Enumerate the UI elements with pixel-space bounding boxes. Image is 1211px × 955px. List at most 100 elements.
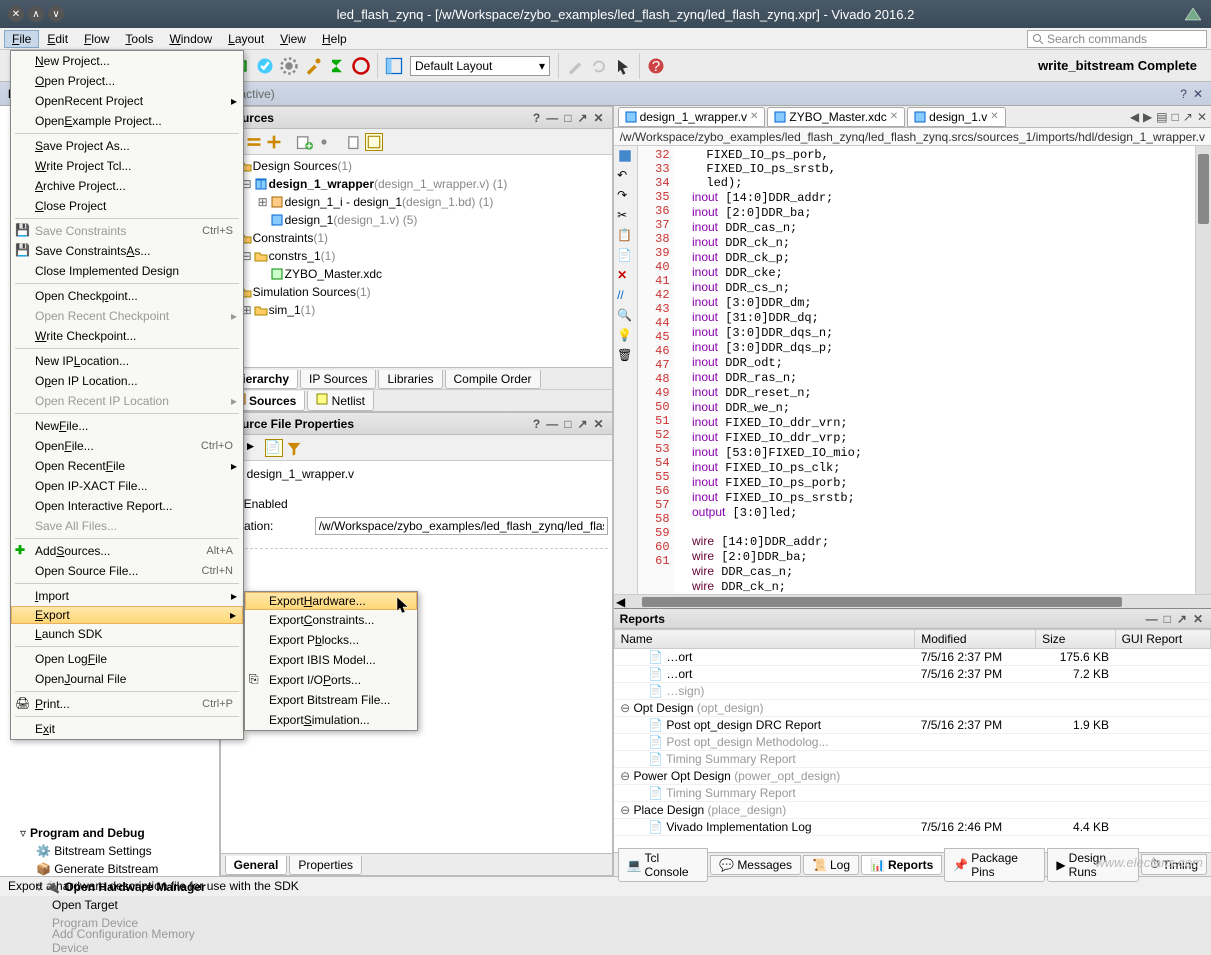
copy-icon[interactable]: 📋 — [617, 228, 633, 244]
table-row[interactable]: 📄 …ort7/5/16 2:37 PM175.6 KB — [614, 649, 1210, 666]
minimize-icon[interactable]: — — [544, 111, 560, 125]
tree-row[interactable]: ⊟ Constraints (1) — [221, 229, 612, 247]
menuitem-export-constraints-[interactable]: Export Constraints... — [245, 610, 417, 630]
menu-tools[interactable]: Tools — [117, 30, 161, 48]
prev-tab-icon[interactable]: ◀ — [1130, 110, 1139, 124]
menu-edit[interactable]: Edit — [39, 30, 76, 48]
reports-table[interactable]: NameModifiedSizeGUI Report 📄 …ort7/5/16 … — [614, 629, 1211, 852]
tab-list-icon[interactable]: ▤ — [1156, 110, 1167, 124]
copy-icon[interactable] — [345, 133, 363, 151]
menuitem-import[interactable]: Import▸ — [11, 586, 243, 606]
redo-icon[interactable]: ↷ — [617, 188, 633, 204]
tab-package-pins[interactable]: 📌Package Pins — [944, 848, 1045, 882]
find-icon[interactable]: 🔍 — [617, 308, 633, 324]
gear-icon[interactable] — [279, 56, 299, 76]
tree-row[interactable]: ⊞ design_1_i - design_1 (design_1.bd) (1… — [221, 193, 612, 211]
pointer-icon[interactable] — [613, 56, 633, 76]
menuitem-add-sources-[interactable]: ✚Add Sources...Alt+A — [11, 541, 243, 561]
menuitem-open-recent-file[interactable]: Open Recent File▸ — [11, 456, 243, 476]
close-icon[interactable]: ✕ — [1191, 612, 1205, 626]
menu-help[interactable]: Help — [314, 30, 355, 48]
file-menu-dropdown[interactable]: New Project...Open Project...Open Recent… — [10, 50, 244, 740]
menuitem-open-journal-file[interactable]: Open Journal File — [11, 669, 243, 689]
menuitem-write-checkpoint-[interactable]: Write Checkpoint... — [11, 326, 243, 346]
comment-icon[interactable]: // — [617, 288, 633, 304]
fwd-icon[interactable]: ► — [245, 439, 263, 457]
menuitem-export-ibis-model-[interactable]: Export IBIS Model... — [245, 650, 417, 670]
column-header[interactable]: GUI Report — [1115, 630, 1210, 649]
layout-icon[interactable] — [384, 56, 404, 76]
menuitem-export-simulation-[interactable]: Export Simulation... — [245, 710, 417, 730]
menuitem-exit[interactable]: Exit — [11, 719, 243, 739]
tools-icon[interactable] — [303, 56, 323, 76]
help-icon[interactable]: ? — [531, 417, 542, 431]
minimize-icon[interactable]: — — [544, 417, 560, 431]
restore-icon[interactable]: ↗ — [1183, 110, 1193, 124]
code-editor[interactable]: FIXED_IO_ps_porb, FIXED_IO_ps_srstb, led… — [674, 146, 1195, 594]
close-icon[interactable]: ✕ — [890, 111, 898, 122]
tab-log[interactable]: 📜Log — [803, 855, 859, 875]
restore-icon[interactable]: ↗ — [575, 417, 589, 431]
menuitem-save-project-as-[interactable]: Save Project As... — [11, 136, 243, 156]
minimize-icon[interactable]: — — [1144, 612, 1160, 626]
table-row[interactable]: ⊖ Opt Design (opt_design) — [614, 700, 1210, 717]
view-icon[interactable] — [365, 133, 383, 151]
sources-tree[interactable]: ⊟ Design Sources (1)⊟⊤ design_1_wrapper … — [221, 155, 612, 367]
editor-tab[interactable]: ZYBO_Master.xdc✕ — [767, 107, 905, 127]
refresh-icon[interactable] — [589, 56, 609, 76]
help-icon[interactable]: ? — [1180, 87, 1187, 101]
menuitem-archive-project-[interactable]: Archive Project... — [11, 176, 243, 196]
maximize-icon[interactable]: □ — [562, 417, 573, 431]
restore-icon[interactable]: ↗ — [575, 111, 589, 125]
tab-tcl-console[interactable]: 💻Tcl Console — [618, 848, 709, 882]
gear-icon[interactable] — [315, 133, 333, 151]
tab-libraries[interactable]: Libraries — [378, 370, 442, 389]
tab-compile-order[interactable]: Compile Order — [445, 370, 541, 389]
menuitem-open-ip-location-[interactable]: Open IP Location... — [11, 371, 243, 391]
help-icon[interactable]: ? — [531, 111, 542, 125]
layout-select[interactable]: Default Layout ▾ — [410, 56, 550, 76]
menuitem-launch-sdk[interactable]: Launch SDK — [11, 624, 243, 644]
menuitem-export-pblocks-[interactable]: Export Pblocks... — [245, 630, 417, 650]
menuitem-write-project-tcl-[interactable]: Write Project Tcl... — [11, 156, 243, 176]
paste-icon[interactable]: 📄 — [617, 248, 633, 264]
menu-view[interactable]: View — [272, 30, 314, 48]
column-header[interactable]: Name — [614, 630, 915, 649]
cancel-icon[interactable] — [351, 56, 371, 76]
close-icon[interactable]: ✕ — [592, 111, 606, 125]
collapse-icon[interactable] — [245, 133, 263, 151]
flow-item[interactable]: ▿ Program and Debug — [8, 824, 228, 842]
maximize-icon[interactable]: □ — [562, 111, 573, 125]
menu-window[interactable]: Window — [161, 30, 220, 48]
menuitem-open-log-file[interactable]: Open Log File — [11, 649, 243, 669]
vertical-scrollbar[interactable] — [1195, 146, 1211, 594]
menuitem-open-file-[interactable]: Open File...Ctrl+O — [11, 436, 243, 456]
tab-properties[interactable]: Properties — [289, 856, 362, 875]
horizontal-scrollbar[interactable]: ◀ — [614, 594, 1211, 608]
column-header[interactable]: Modified — [915, 630, 1036, 649]
maximize-window-icon[interactable]: ∨ — [48, 6, 64, 22]
menu-layout[interactable]: Layout — [220, 30, 272, 48]
menuitem-new-ip-location-[interactable]: New IP Location... — [11, 351, 243, 371]
close-icon[interactable]: ✕ — [592, 417, 606, 431]
maximize-icon[interactable]: □ — [1172, 110, 1179, 124]
editor-tab[interactable]: design_1_wrapper.v✕ — [618, 107, 766, 127]
editor-tab[interactable]: design_1.v✕ — [907, 107, 1005, 127]
delete-icon[interactable]: ✕ — [617, 268, 633, 284]
tab-ip-sources[interactable]: IP Sources — [300, 370, 376, 389]
location-field[interactable] — [315, 517, 608, 535]
flow-item[interactable]: ▿ 🔌 Open Hardware Manager — [8, 878, 228, 896]
table-row[interactable]: 📄 Timing Summary Report — [614, 785, 1210, 802]
cut-icon[interactable]: ✂ — [617, 208, 633, 224]
command-search-input[interactable]: Search commands — [1027, 30, 1207, 48]
close-icon[interactable]: ✕ — [1197, 110, 1207, 124]
close-window-icon[interactable]: ✕ — [8, 6, 24, 22]
expand-icon[interactable] — [265, 133, 283, 151]
menuitem-save-constraints-as-[interactable]: 💾Save Constraints As... — [11, 241, 243, 261]
close-icon[interactable]: ✕ — [1193, 87, 1203, 101]
menuitem-close-implemented-design[interactable]: Close Implemented Design — [11, 261, 243, 281]
menuitem-open-source-file-[interactable]: Open Source File...Ctrl+N — [11, 561, 243, 581]
tab-general[interactable]: General — [225, 856, 288, 875]
tree-row[interactable]: ⊞ Simulation Sources (1) — [221, 283, 612, 301]
bulb-icon[interactable]: 💡 — [617, 328, 633, 344]
